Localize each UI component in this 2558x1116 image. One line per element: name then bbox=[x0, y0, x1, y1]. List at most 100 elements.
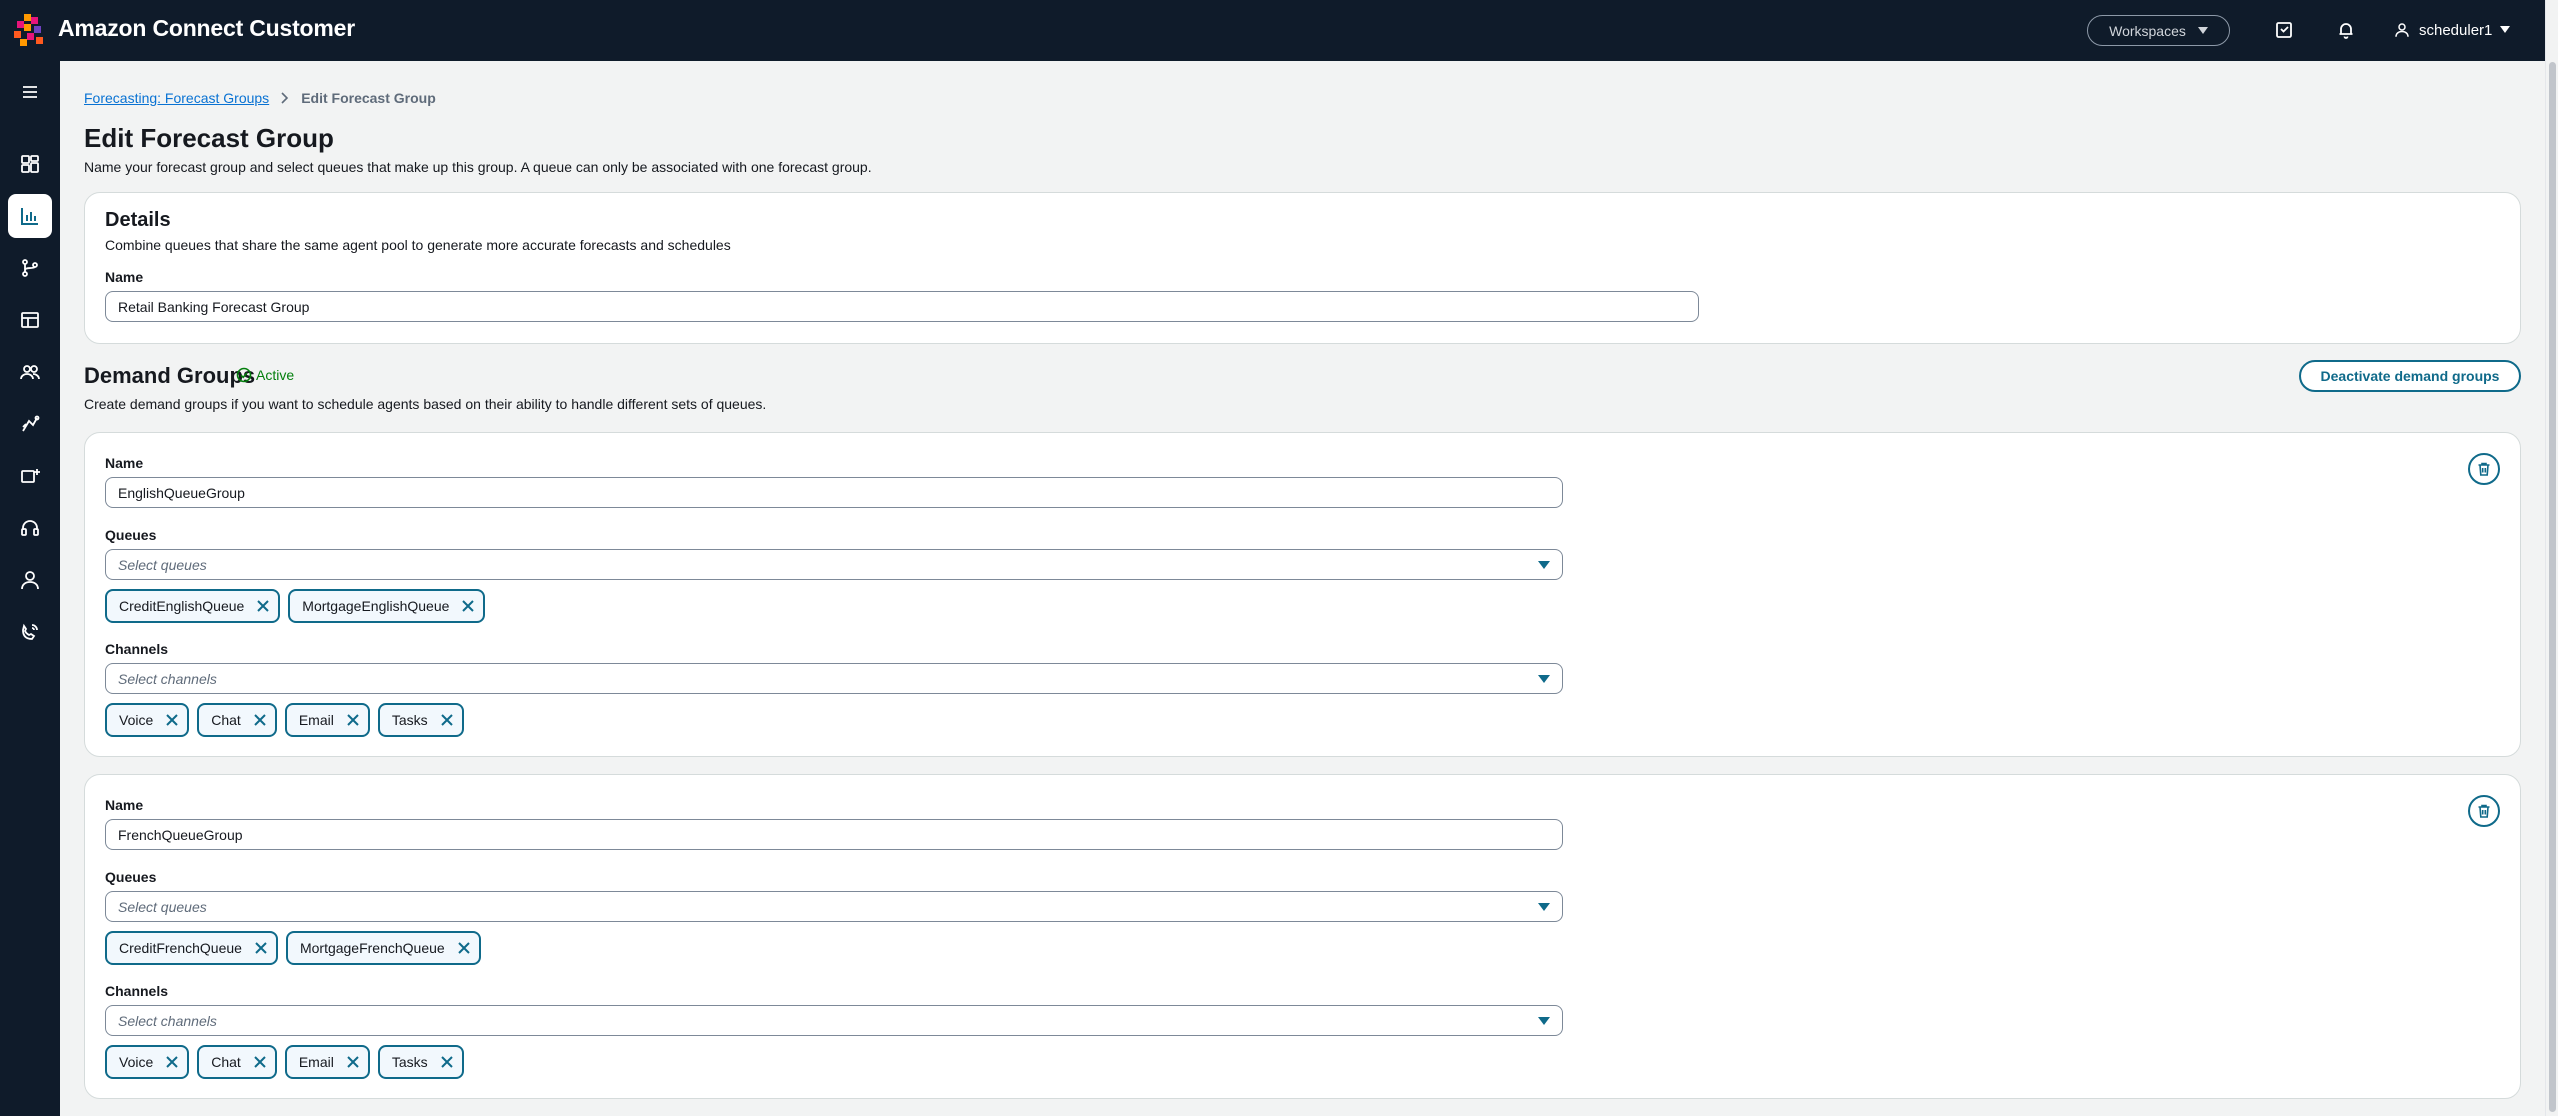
demand-groups-status: Active bbox=[236, 367, 294, 383]
breadcrumb: Forecasting: Forecast Groups Edit Foreca… bbox=[84, 90, 436, 106]
integrations-icon bbox=[21, 469, 40, 483]
demand-group-card: Name Queues Select queues CreditFrenchQu… bbox=[84, 774, 2521, 1099]
demand-group-name-label: Name bbox=[105, 797, 144, 813]
forecast-group-name-label: Name bbox=[105, 269, 144, 285]
channel-token: Tasks bbox=[377, 703, 464, 737]
tasks-inbox-icon[interactable] bbox=[2272, 18, 2296, 42]
nav-channels[interactable] bbox=[8, 402, 52, 446]
close-icon[interactable] bbox=[346, 713, 360, 727]
forecast-group-name-input[interactable] bbox=[105, 291, 1699, 322]
queue-tokens: CreditFrenchQueue MortgageFrenchQueue bbox=[105, 931, 481, 965]
demand-groups-description: Create demand groups if you want to sche… bbox=[84, 396, 767, 412]
trash-icon bbox=[2478, 462, 2490, 476]
close-icon[interactable] bbox=[440, 713, 454, 727]
queues-select[interactable]: Select queues bbox=[105, 549, 1563, 580]
main-content: Forecasting: Forecast Groups Edit Foreca… bbox=[60, 61, 2545, 1116]
token-label: Tasks bbox=[391, 712, 428, 728]
page-description: Name your forecast group and select queu… bbox=[84, 159, 872, 175]
queue-token: CreditFrenchQueue bbox=[105, 931, 278, 965]
analytics-icon bbox=[21, 208, 38, 225]
close-icon[interactable] bbox=[256, 599, 270, 613]
users-icon bbox=[20, 365, 40, 380]
workspaces-dropdown[interactable]: Workspaces bbox=[2087, 15, 2230, 46]
token-label: Voice bbox=[119, 712, 154, 728]
side-navigation bbox=[0, 61, 60, 1116]
delete-demand-group-button[interactable] bbox=[2468, 795, 2500, 827]
caret-down-icon bbox=[2197, 26, 2208, 34]
notification-bell-icon[interactable] bbox=[2334, 18, 2358, 42]
channels-icon bbox=[22, 415, 40, 432]
token-label: Voice bbox=[119, 1054, 154, 1070]
breadcrumb-current: Edit Forecast Group bbox=[301, 90, 436, 106]
token-label: MortgageFrenchQueue bbox=[299, 940, 445, 956]
nav-analytics[interactable] bbox=[8, 194, 52, 238]
queues-label: Queues bbox=[105, 869, 157, 885]
queues-placeholder: Select queues bbox=[118, 556, 207, 573]
channels-placeholder: Select channels bbox=[118, 1012, 217, 1029]
profile-icon bbox=[21, 571, 39, 590]
nav-profile[interactable] bbox=[8, 558, 52, 602]
close-icon[interactable] bbox=[165, 1055, 179, 1069]
token-label: MortgageEnglishQueue bbox=[302, 598, 450, 614]
trash-icon bbox=[2478, 804, 2490, 818]
nav-contact-center[interactable] bbox=[8, 506, 52, 550]
nav-routing[interactable] bbox=[8, 246, 52, 290]
caret-down-icon bbox=[2500, 26, 2511, 33]
deactivate-demand-groups-button[interactable]: Deactivate demand groups bbox=[2299, 360, 2521, 392]
demand-group-name-input[interactable] bbox=[105, 477, 1563, 508]
token-label: Email bbox=[298, 1054, 334, 1070]
token-label: Email bbox=[298, 712, 334, 728]
caret-down-icon bbox=[1538, 675, 1550, 683]
close-icon[interactable] bbox=[440, 1055, 454, 1069]
page-scrollbar[interactable] bbox=[2545, 0, 2558, 1116]
headset-icon bbox=[21, 520, 39, 536]
table-icon bbox=[21, 312, 39, 328]
queues-placeholder: Select queues bbox=[118, 898, 207, 915]
queue-token: MortgageEnglishQueue bbox=[288, 589, 486, 623]
breadcrumb-forecast-groups-link[interactable]: Forecasting: Forecast Groups bbox=[84, 90, 269, 106]
delete-demand-group-button[interactable] bbox=[2468, 453, 2500, 485]
token-label: Chat bbox=[211, 712, 241, 728]
channels-select[interactable]: Select channels bbox=[105, 663, 1563, 694]
close-icon[interactable] bbox=[457, 941, 471, 955]
channel-token: Voice bbox=[105, 1045, 190, 1079]
close-icon[interactable] bbox=[165, 713, 179, 727]
queue-token: CreditEnglishQueue bbox=[105, 589, 281, 623]
close-icon[interactable] bbox=[254, 941, 268, 955]
close-icon[interactable] bbox=[461, 599, 475, 613]
token-label: Chat bbox=[211, 1054, 241, 1070]
caret-down-icon bbox=[1538, 561, 1550, 569]
close-icon[interactable] bbox=[253, 1055, 267, 1069]
details-title: Details bbox=[105, 209, 171, 231]
status-positive-icon bbox=[236, 367, 252, 383]
app-logo-icon bbox=[14, 14, 43, 46]
close-icon[interactable] bbox=[346, 1055, 360, 1069]
channels-label: Channels bbox=[105, 983, 169, 999]
channels-placeholder: Select channels bbox=[118, 670, 217, 687]
nav-menu-toggle[interactable] bbox=[8, 70, 52, 114]
nav-dashboard[interactable] bbox=[8, 142, 52, 186]
channel-token: Email bbox=[284, 1045, 370, 1079]
user-icon bbox=[2395, 23, 2409, 37]
scrollbar-thumb[interactable] bbox=[2549, 62, 2556, 1112]
demand-group-name-input[interactable] bbox=[105, 819, 1563, 850]
nav-integrations[interactable] bbox=[8, 454, 52, 498]
demand-group-name-label: Name bbox=[105, 455, 144, 471]
chevron-right-icon bbox=[281, 92, 289, 104]
demand-group-card: Name Queues Select queues CreditEnglishQ… bbox=[84, 432, 2521, 757]
nav-tables[interactable] bbox=[8, 298, 52, 342]
app-title: Amazon Connect Customer bbox=[58, 15, 355, 41]
channels-select[interactable]: Select channels bbox=[105, 1005, 1563, 1036]
queues-select[interactable]: Select queues bbox=[105, 891, 1563, 922]
channel-token: Tasks bbox=[377, 1045, 464, 1079]
user-menu[interactable]: scheduler1 bbox=[2393, 18, 2511, 42]
campaigns-icon bbox=[22, 623, 38, 640]
close-icon[interactable] bbox=[253, 713, 267, 727]
nav-campaigns[interactable] bbox=[8, 610, 52, 654]
queue-tokens: CreditEnglishQueue MortgageEnglishQueue bbox=[105, 589, 486, 623]
token-label: CreditFrenchQueue bbox=[119, 940, 242, 956]
nav-users[interactable] bbox=[8, 350, 52, 394]
channel-token: Chat bbox=[197, 703, 277, 737]
top-navigation: Amazon Connect Customer Workspaces sched… bbox=[0, 0, 2545, 61]
channel-token: Voice bbox=[105, 703, 190, 737]
